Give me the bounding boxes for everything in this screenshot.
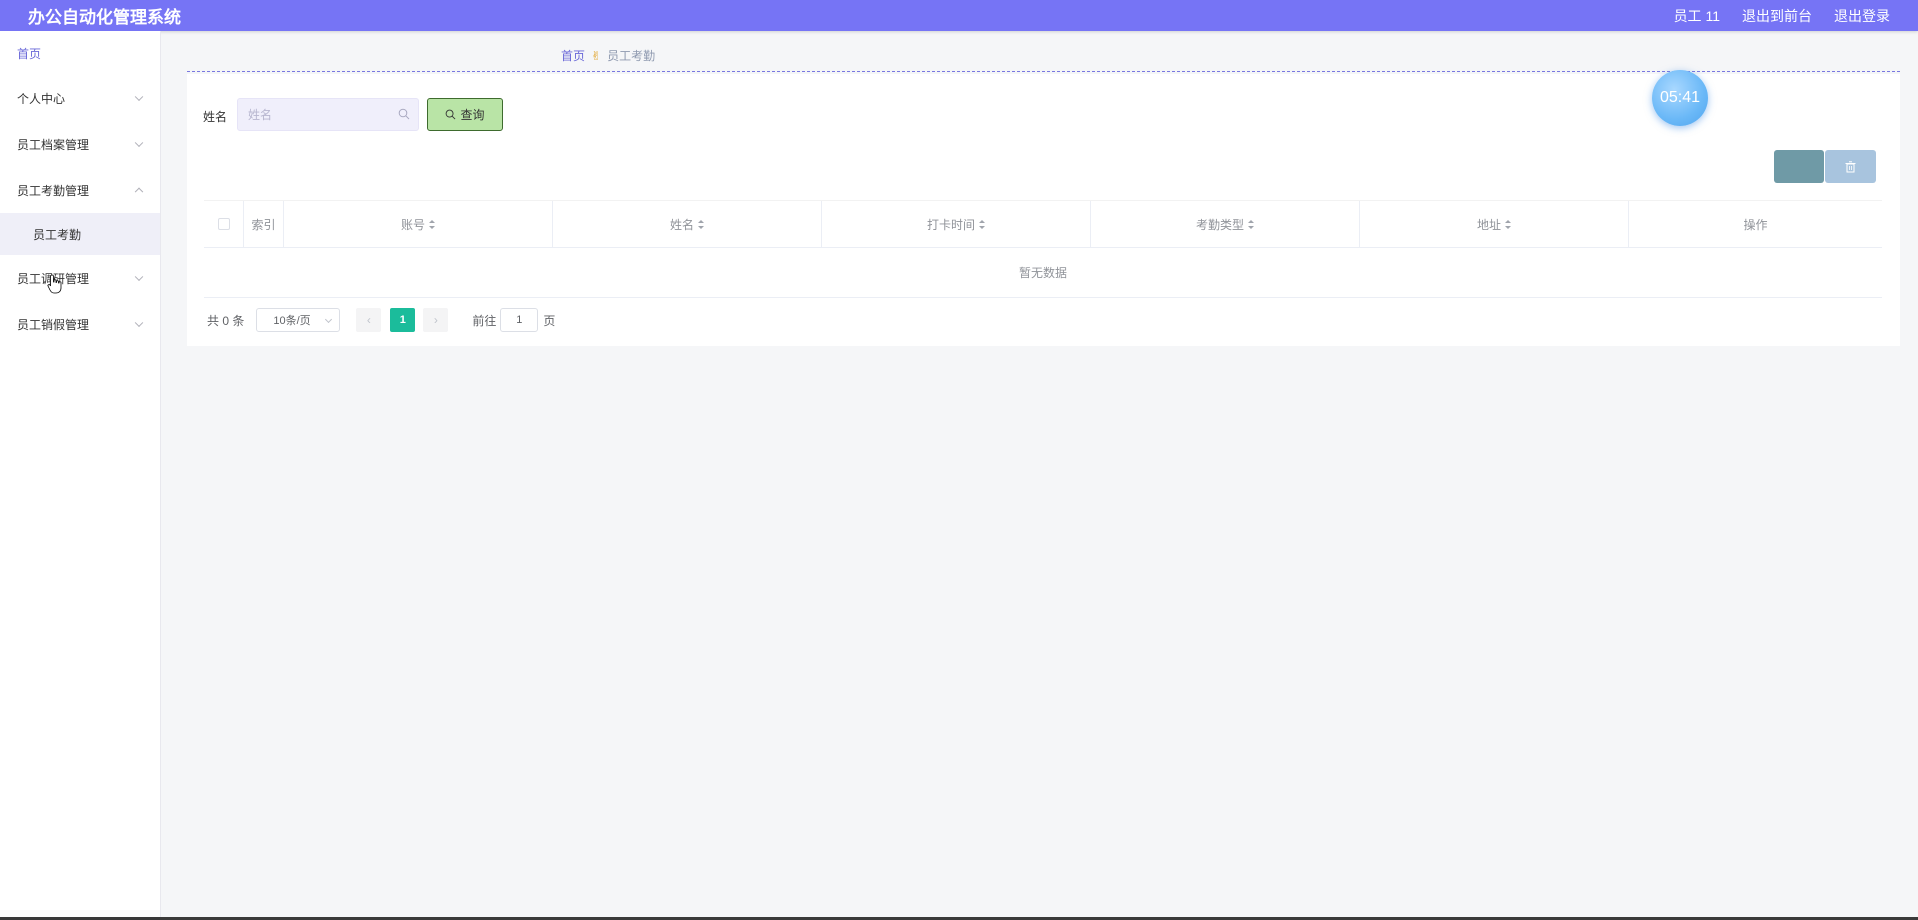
sidebar-item-label: 员工销假管理 <box>17 317 90 332</box>
goto-page-input[interactable] <box>500 308 539 332</box>
header-actions: 员工 11 退出到前台 退出登录 <box>1674 6 1890 26</box>
column-label: 考勤类型 <box>1195 217 1244 232</box>
breadcrumb-divider <box>187 71 1900 72</box>
sidebar-item-label: 员工考勤 <box>33 227 82 242</box>
sidebar-item-label: 员工档案管理 <box>17 137 90 152</box>
breadcrumb: 首页 ✌ 员工考勤 <box>561 47 655 64</box>
add-button[interactable] <box>1774 150 1824 183</box>
empty-text: 暂无数据 <box>1018 266 1067 280</box>
select-all-checkbox[interactable] <box>217 218 230 230</box>
sort-icon[interactable] <box>979 219 985 229</box>
sidebar-item-leave-management[interactable]: 员工销假管理 <box>0 301 160 347</box>
delete-button[interactable] <box>1825 150 1876 183</box>
chevron-down-icon <box>134 92 144 102</box>
timer-text: 05:41 <box>1659 89 1701 106</box>
chevron-left-icon: ‹ <box>366 313 371 327</box>
main-panel: 姓名 查询 索引 <box>187 74 1900 346</box>
column-header-attendance-type[interactable]: 考勤类型 <box>1091 201 1360 247</box>
chevron-down-icon <box>325 315 333 324</box>
goto-prefix: 前往 <box>472 313 497 328</box>
hand-icon: ✌ <box>591 48 602 63</box>
breadcrumb-current: 员工考勤 <box>607 49 656 63</box>
sidebar-item-home[interactable]: 首页 <box>0 31 160 75</box>
goto-suffix: 页 <box>543 313 556 328</box>
sidebar-item-label: 个人中心 <box>17 91 66 106</box>
sidebar-item-employee-records[interactable]: 员工档案管理 <box>0 121 160 167</box>
column-label: 打卡时间 <box>926 217 975 232</box>
sidebar-item-attendance-management[interactable]: 员工考勤管理 <box>0 167 160 213</box>
column-label: 地址 <box>1476 217 1501 232</box>
column-label: 账号 <box>400 217 425 232</box>
chevron-up-icon <box>134 187 144 197</box>
search-label: 姓名 <box>203 110 228 124</box>
search-icon <box>446 109 456 120</box>
sidebar-subitem-attendance[interactable]: 员工考勤 <box>0 213 160 255</box>
column-label: 索引 <box>251 217 276 232</box>
page-size-select[interactable]: 10条/页 <box>256 308 341 332</box>
empty-state: 暂无数据 <box>204 248 1882 298</box>
table-header: 索引 账号 姓名 打卡时间 考勤类型 地址 操作 <box>204 200 1882 248</box>
breadcrumb-home[interactable]: 首页 <box>561 47 585 64</box>
sidebar: 首页 个人中心 员工档案管理 员工考勤管理 员工考勤 员工调研管理 员工销假管理 <box>0 31 161 920</box>
sort-icon[interactable] <box>698 219 704 229</box>
user-label[interactable]: 员工 11 <box>1674 6 1720 26</box>
hand-cursor-icon <box>47 274 62 294</box>
prev-page-button[interactable]: ‹ <box>356 308 382 332</box>
search-icon <box>398 108 410 120</box>
column-header-clock-time[interactable]: 打卡时间 <box>822 201 1091 247</box>
query-button-label: 查询 <box>460 108 485 122</box>
column-header-actions: 操作 <box>1629 201 1882 247</box>
sort-icon[interactable] <box>429 219 435 229</box>
search-field[interactable] <box>237 98 419 131</box>
app-title: 办公自动化管理系统 <box>28 8 181 27</box>
search-input[interactable] <box>248 107 388 122</box>
pagination: 共 0 条 10条/页 ‹ 1 › 前往 页 <box>207 308 555 332</box>
sort-icon[interactable] <box>1505 219 1511 229</box>
sidebar-item-survey-management[interactable]: 员工调研管理 <box>0 255 160 301</box>
page-size-value: 10条/页 <box>273 315 311 327</box>
chevron-down-icon <box>134 318 144 328</box>
column-header-index: 索引 <box>244 201 284 247</box>
page-number-label: 1 <box>399 314 406 326</box>
query-button[interactable]: 查询 <box>427 98 503 131</box>
sidebar-item-label: 首页 <box>17 46 42 61</box>
sidebar-item-label: 员工考勤管理 <box>17 183 90 198</box>
next-page-button[interactable]: › <box>423 308 449 332</box>
attendance-table: 索引 账号 姓名 打卡时间 考勤类型 地址 操作 暂无数据 <box>204 200 1882 298</box>
sort-icon[interactable] <box>1248 219 1254 229</box>
sidebar-item-personal-center[interactable]: 个人中心 <box>0 75 160 121</box>
chevron-down-icon <box>134 138 144 148</box>
column-label: 操作 <box>1743 217 1768 232</box>
column-header-account[interactable]: 账号 <box>284 201 553 247</box>
page-number-current[interactable]: 1 <box>390 308 416 332</box>
total-count: 共 0 条 <box>207 313 245 328</box>
column-header-name[interactable]: 姓名 <box>553 201 822 247</box>
select-all-cell <box>204 201 244 247</box>
column-header-address[interactable]: 地址 <box>1360 201 1629 247</box>
chevron-down-icon <box>134 272 144 282</box>
top-header: 办公自动化管理系统 员工 11 退出到前台 退出登录 <box>0 0 1918 31</box>
floating-timer[interactable]: 05:41 <box>1652 70 1708 126</box>
back-to-front-link[interactable]: 退出到前台 <box>1742 6 1812 26</box>
logout-link[interactable]: 退出登录 <box>1834 6 1890 26</box>
chevron-right-icon: › <box>433 313 438 327</box>
column-label: 姓名 <box>669 217 694 232</box>
trash-icon <box>1845 160 1856 172</box>
